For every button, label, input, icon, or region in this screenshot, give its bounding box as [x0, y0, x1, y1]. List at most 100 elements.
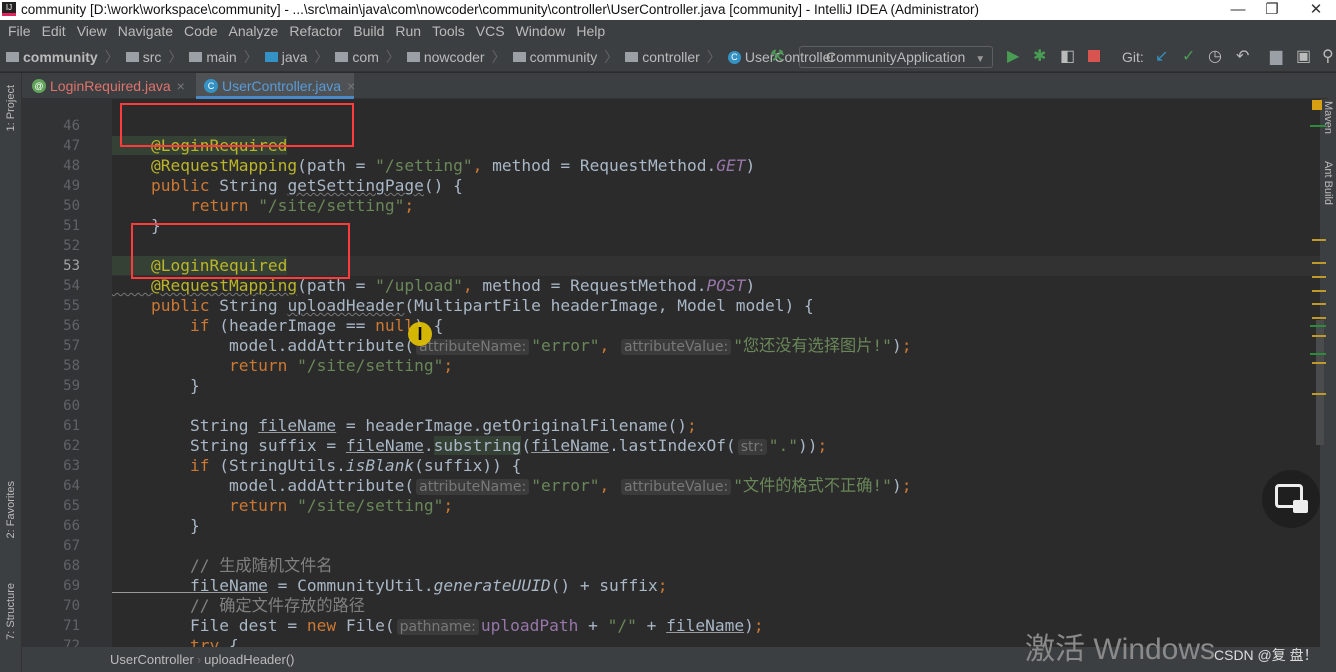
code-token: ,	[472, 156, 493, 175]
build-hammer-icon[interactable]: ⚒	[770, 42, 784, 72]
breadcrumb-item[interactable]: src	[143, 42, 162, 72]
picture-in-picture-button[interactable]	[1262, 470, 1320, 528]
code-line[interactable]: }	[112, 516, 1320, 536]
warning-indicator-icon[interactable]	[1312, 100, 1322, 110]
stop-icon[interactable]	[1088, 50, 1100, 62]
code-line[interactable]: return "/site/setting";	[112, 356, 1320, 376]
code-line[interactable]: // 确定文件存放的路径	[112, 596, 1320, 616]
breadcrumb-item[interactable]: community	[23, 42, 98, 72]
menu-run[interactable]: Run	[395, 23, 421, 39]
code-line[interactable]: String fileName = headerImage.getOrigina…	[112, 416, 1320, 436]
menu-file[interactable]: File	[8, 23, 31, 39]
line-number: 46	[63, 118, 80, 134]
code-line[interactable]: }	[112, 376, 1320, 396]
code-line[interactable]: return "/site/setting";	[112, 196, 1320, 216]
folder-icon	[335, 52, 349, 62]
line-number: 71	[63, 618, 80, 634]
menu-code[interactable]: Code	[184, 23, 217, 39]
code-token: ;	[901, 336, 912, 355]
tool-structure[interactable]: 7: Structure	[5, 583, 17, 640]
git-update-icon[interactable]: ↙	[1155, 42, 1168, 72]
code-line[interactable]: public String uploadHeader(MultipartFile…	[112, 296, 1320, 316]
parameter-hint: attributeValue:	[620, 339, 732, 355]
close-tab-icon[interactable]: ×	[177, 78, 185, 94]
folder-icon	[512, 52, 526, 62]
code-editor[interactable]: @LoginRequired @RequestMapping(path = "/…	[112, 99, 1320, 647]
run-config-label: CommunityApplication	[826, 49, 966, 65]
terminal-icon[interactable]: ▣	[1296, 42, 1311, 72]
warning-marker[interactable]	[1312, 335, 1326, 337]
code-line[interactable]: // 生成随机文件名	[112, 556, 1320, 576]
menu-navigate[interactable]: Navigate	[118, 23, 173, 39]
breadcrumb-item[interactable]: java	[282, 42, 308, 72]
git-label: Git:	[1122, 49, 1144, 65]
code-line[interactable]: if (StringUtils.isBlank(suffix)) {	[112, 456, 1320, 476]
menu-refactor[interactable]: Refactor	[289, 23, 342, 39]
vertical-scrollbar[interactable]	[1316, 320, 1324, 445]
code-token: (MultipartFile headerImage, Model model)…	[404, 296, 814, 315]
code-line[interactable]: @RequestMapping(path = "/upload", method…	[112, 276, 1320, 296]
warning-marker[interactable]	[1312, 290, 1326, 292]
code-token: "文件的格式不正确!"	[733, 476, 892, 495]
tool-project[interactable]: 1: Project	[5, 85, 17, 131]
history-clock-icon[interactable]: ◷	[1208, 42, 1222, 72]
code-line[interactable]: String suffix = fileName.substring(fileN…	[112, 436, 1320, 456]
code-line[interactable]: model.addAttribute(attributeName: "error"…	[112, 476, 1320, 496]
warning-marker[interactable]	[1312, 303, 1326, 305]
code-line[interactable]: @RequestMapping(path = "/setting", metho…	[112, 156, 1320, 176]
breadcrumb-item[interactable]: controller	[642, 42, 700, 72]
breadcrumb-item[interactable]: nowcoder	[424, 42, 485, 72]
breadcrumb-item[interactable]: com	[352, 42, 378, 72]
code-token: substring	[433, 436, 522, 455]
code-line[interactable]: if (headerImage == null) {	[112, 316, 1320, 336]
menu-help[interactable]: Help	[576, 23, 605, 39]
search-icon[interactable]: ⚲	[1322, 42, 1334, 72]
warning-marker[interactable]	[1312, 317, 1326, 319]
code-token: = CommunityUtil.	[267, 576, 434, 595]
maximize-button[interactable]: ❐	[1252, 0, 1292, 20]
close-tab-icon[interactable]: ×	[347, 78, 355, 94]
tab-login-required[interactable]: @ LoginRequired.java ×	[24, 73, 196, 99]
line-number: 60	[63, 398, 80, 414]
class-icon: C	[204, 79, 218, 93]
tab-user-controller[interactable]: C UserController.java ×	[196, 73, 355, 99]
menu-tools[interactable]: Tools	[432, 23, 465, 39]
breadcrumb-class[interactable]: UserController	[110, 652, 194, 667]
warning-marker[interactable]	[1312, 262, 1326, 264]
warning-marker[interactable]	[1312, 393, 1326, 395]
run-configuration-select[interactable]: CommunityApplication ▼	[799, 46, 993, 68]
menu-edit[interactable]: Edit	[42, 23, 66, 39]
debug-bug-icon[interactable]: ✱	[1033, 42, 1046, 72]
warning-marker[interactable]	[1312, 362, 1326, 364]
change-marker	[1310, 125, 1326, 127]
menu-build[interactable]: Build	[353, 23, 384, 39]
code-token: ;	[901, 476, 912, 495]
run-icon[interactable]: ▶	[1007, 42, 1019, 72]
menu-view[interactable]: View	[77, 23, 107, 39]
close-button[interactable]: ✕	[1296, 0, 1336, 20]
line-number: 65	[63, 498, 80, 514]
rollback-icon[interactable]: ↶	[1236, 42, 1249, 72]
breadcrumb-item[interactable]: community	[530, 42, 598, 72]
menu-window[interactable]: Window	[516, 23, 566, 39]
warning-marker[interactable]	[1312, 276, 1326, 278]
code-line[interactable]	[112, 396, 1320, 416]
line-number: 55	[63, 298, 80, 314]
code-line[interactable]	[112, 536, 1320, 556]
code-line[interactable]: fileName = CommunityUtil.generateUUID() …	[112, 576, 1320, 596]
warning-marker[interactable]	[1312, 239, 1326, 241]
tool-maven[interactable]: Maven	[1322, 101, 1334, 134]
code-token: = headerImage.getOriginalFilename()	[336, 416, 688, 435]
coverage-icon[interactable]: ◧	[1060, 42, 1075, 72]
breadcrumb-item[interactable]: main	[206, 42, 236, 72]
menu-analyze[interactable]: Analyze	[229, 23, 279, 39]
project-structure-icon[interactable]: ▆	[1270, 42, 1282, 72]
tool-ant-build[interactable]: Ant Build	[1322, 161, 1334, 205]
tool-favorites[interactable]: 2: Favorites	[5, 481, 17, 538]
breadcrumb-method[interactable]: uploadHeader()	[204, 652, 294, 667]
code-line[interactable]: public String getSettingPage() {	[112, 176, 1320, 196]
code-line[interactable]: return "/site/setting";	[112, 496, 1320, 516]
git-commit-check-icon[interactable]: ✓	[1182, 42, 1195, 72]
code-line[interactable]: model.addAttribute(attributeName: "error"…	[112, 336, 1320, 356]
menu-vcs[interactable]: VCS	[476, 23, 505, 39]
